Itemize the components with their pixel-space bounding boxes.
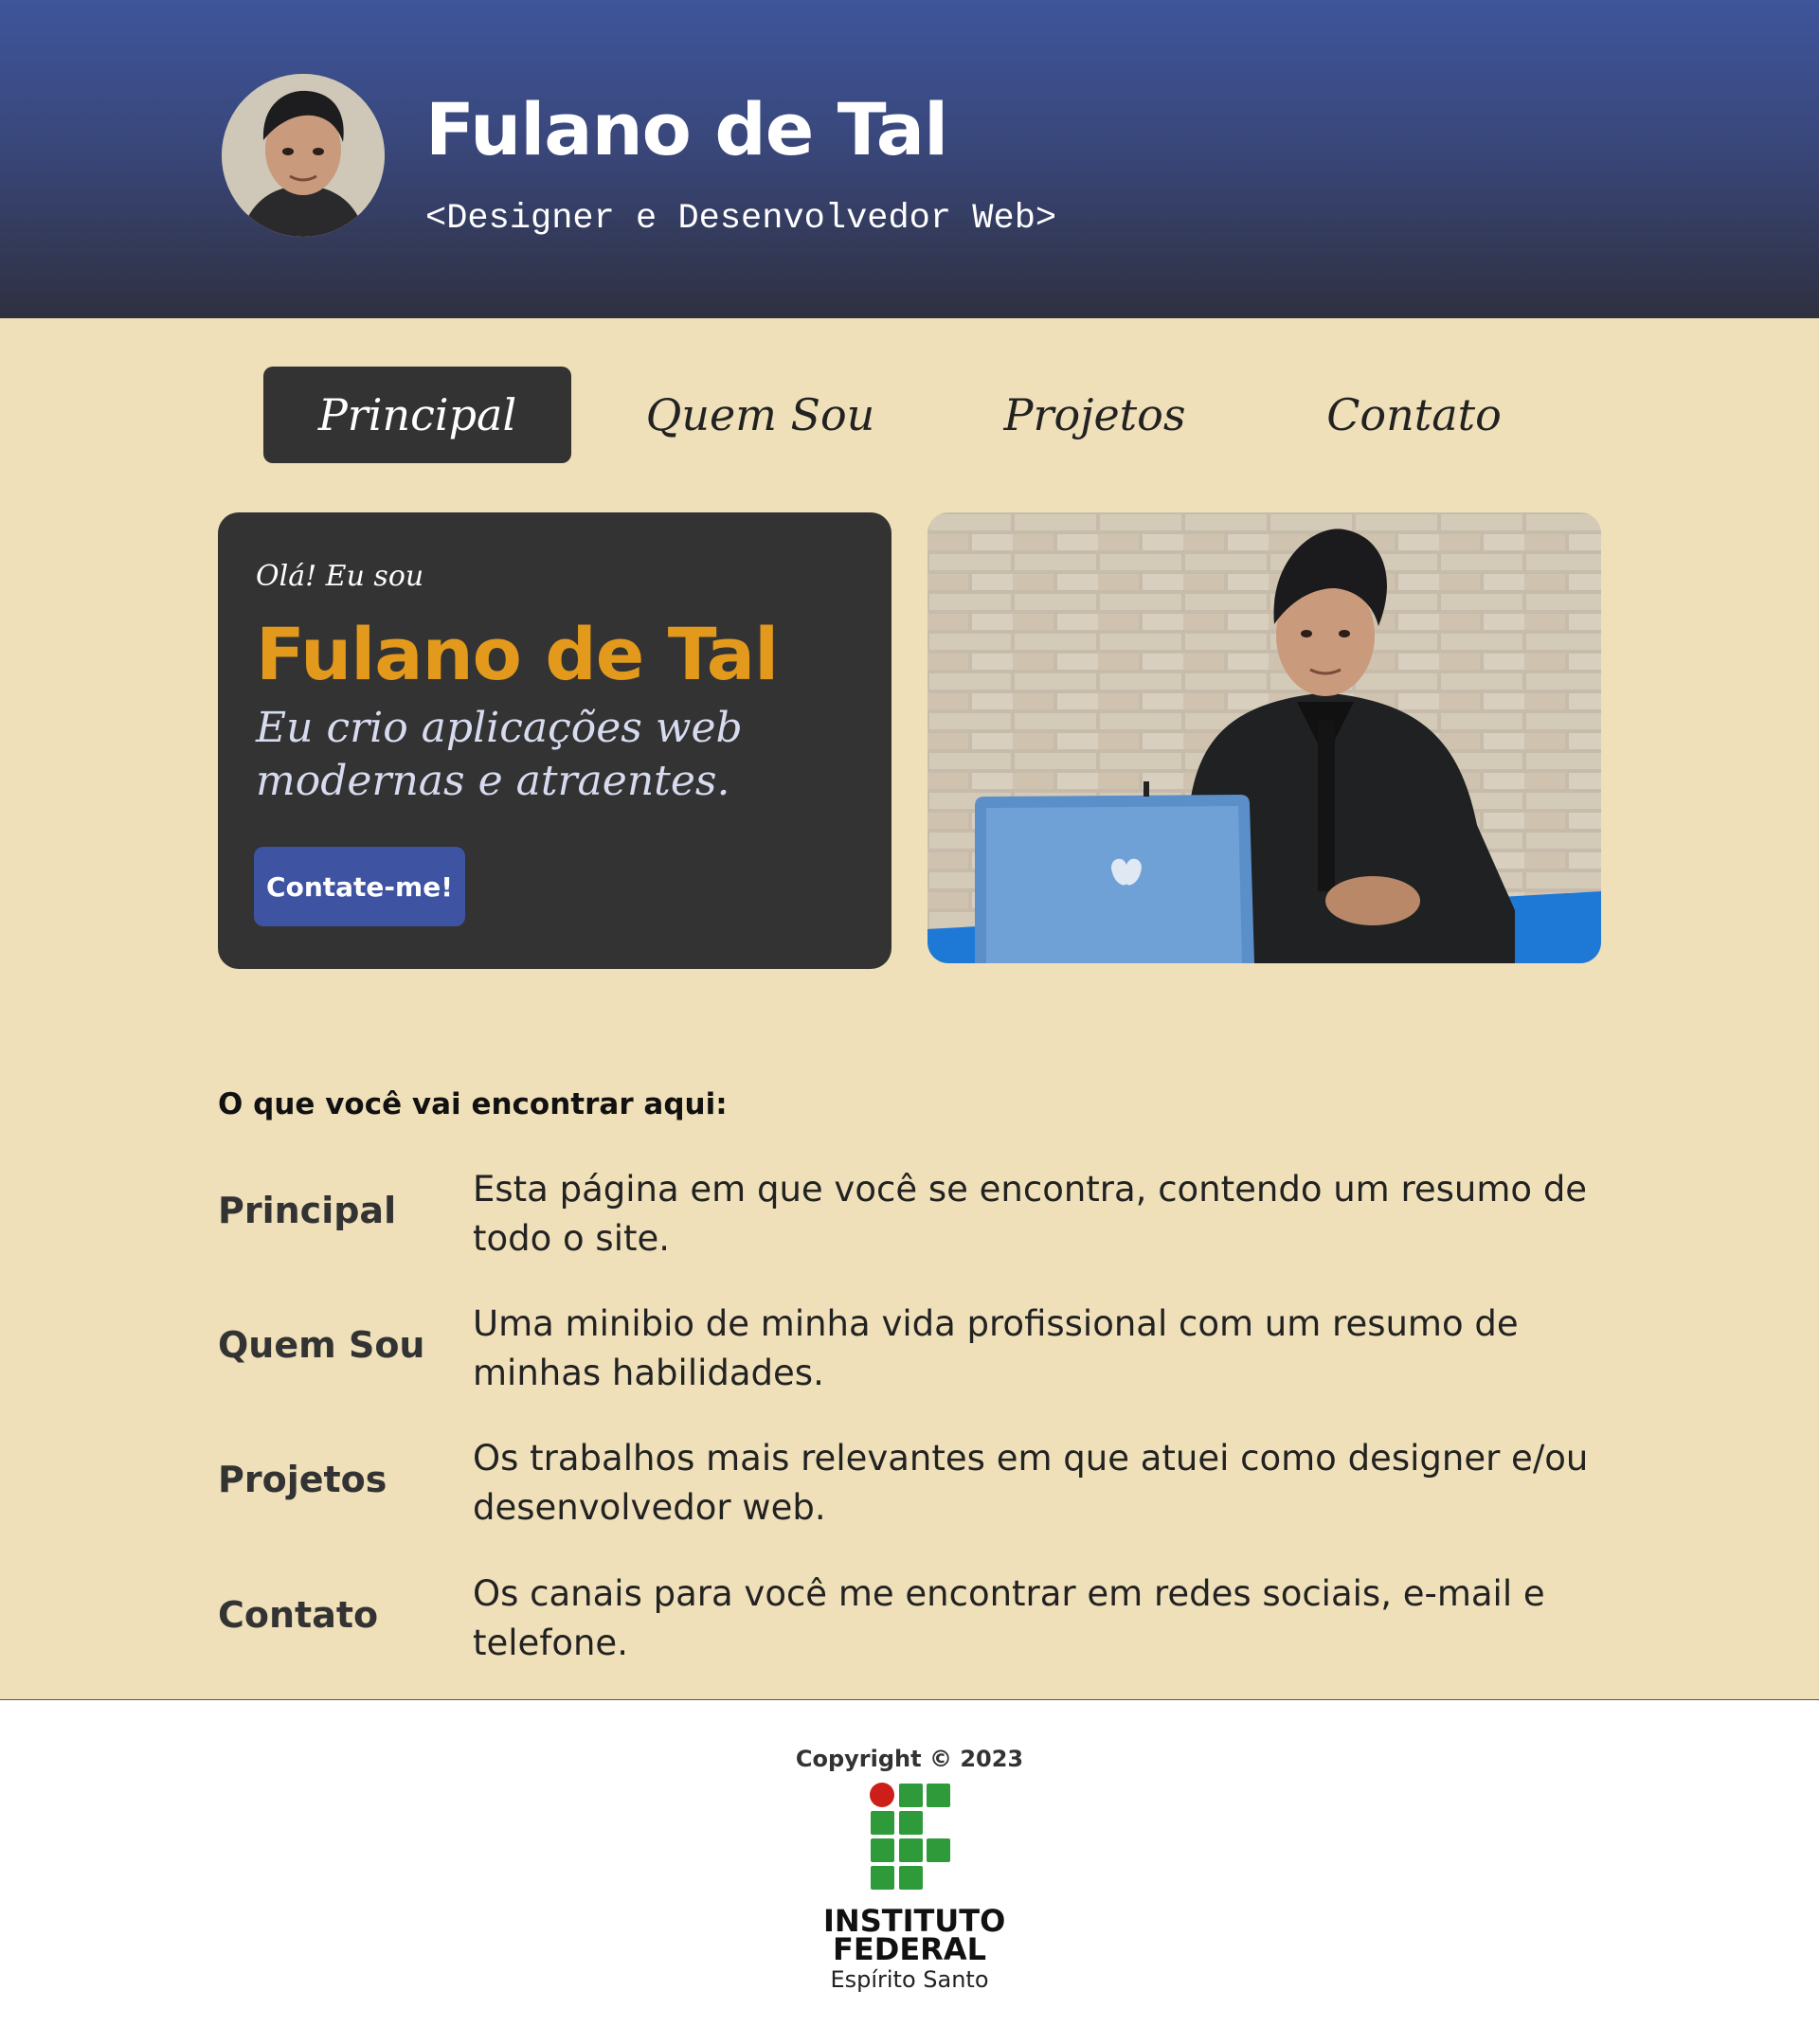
nav-item-projetos[interactable]: Projetos [941, 367, 1249, 463]
feature-description: Os trabalhos mais relevantes em que atue… [473, 1438, 1589, 1528]
profile-photo-image [222, 74, 385, 237]
site-footer: Copyright © 2023 INSTITUTO FEDERAL Espír… [0, 1699, 1819, 2044]
hero-name: Fulano de Tal [256, 612, 779, 696]
feature-description: Esta página em que você se encontra, con… [473, 1169, 1588, 1259]
feature-term: Quem Sou [218, 1324, 425, 1366]
instituto-federal-logo-icon [870, 1783, 950, 1890]
feature-term: Contato [218, 1594, 379, 1636]
nav-item-contato[interactable]: Contato [1260, 367, 1568, 463]
instituto-federal-logo: INSTITUTO FEDERAL Espírito Santo [823, 1782, 1005, 1993]
hero-tagline: Eu crio aplicações web modernas e atraen… [256, 704, 743, 805]
features-heading: O que você vai encontrar aqui: [218, 1087, 728, 1121]
feature-description: Uma minibio de minha vida profissional c… [473, 1303, 1519, 1393]
hero-card: Olá! Eu sou Fulano de Tal Eu crio aplica… [218, 512, 891, 969]
nav-item-quem-sou[interactable]: Quem Sou [606, 367, 914, 463]
main-nav: Principal Quem Sou Projetos Contato [0, 367, 1819, 463]
site-subtitle: <Designer e Desenvolvedor Web> [425, 199, 1057, 239]
hero-photo [928, 512, 1601, 963]
person-with-laptop-image [928, 512, 1601, 963]
contact-me-button[interactable]: Contate-me! [254, 847, 465, 926]
feature-term: Projetos [218, 1459, 387, 1500]
feature-description: Os canais para você me encontrar em rede… [473, 1573, 1545, 1663]
hero-greeting: Olá! Eu sou [256, 560, 424, 593]
nav-item-principal[interactable]: Principal [263, 367, 571, 463]
logo-text-espirito-santo: Espírito Santo [830, 1966, 989, 1993]
avatar [222, 74, 385, 237]
copyright-text: Copyright © 2023 [795, 1746, 1024, 1772]
logo-text-federal: FEDERAL [833, 1931, 986, 1967]
site-header: Fulano de Tal <Designer e Desenvolvedor … [0, 0, 1819, 318]
feature-term: Principal [218, 1190, 397, 1231]
site-title: Fulano de Tal [425, 87, 948, 171]
